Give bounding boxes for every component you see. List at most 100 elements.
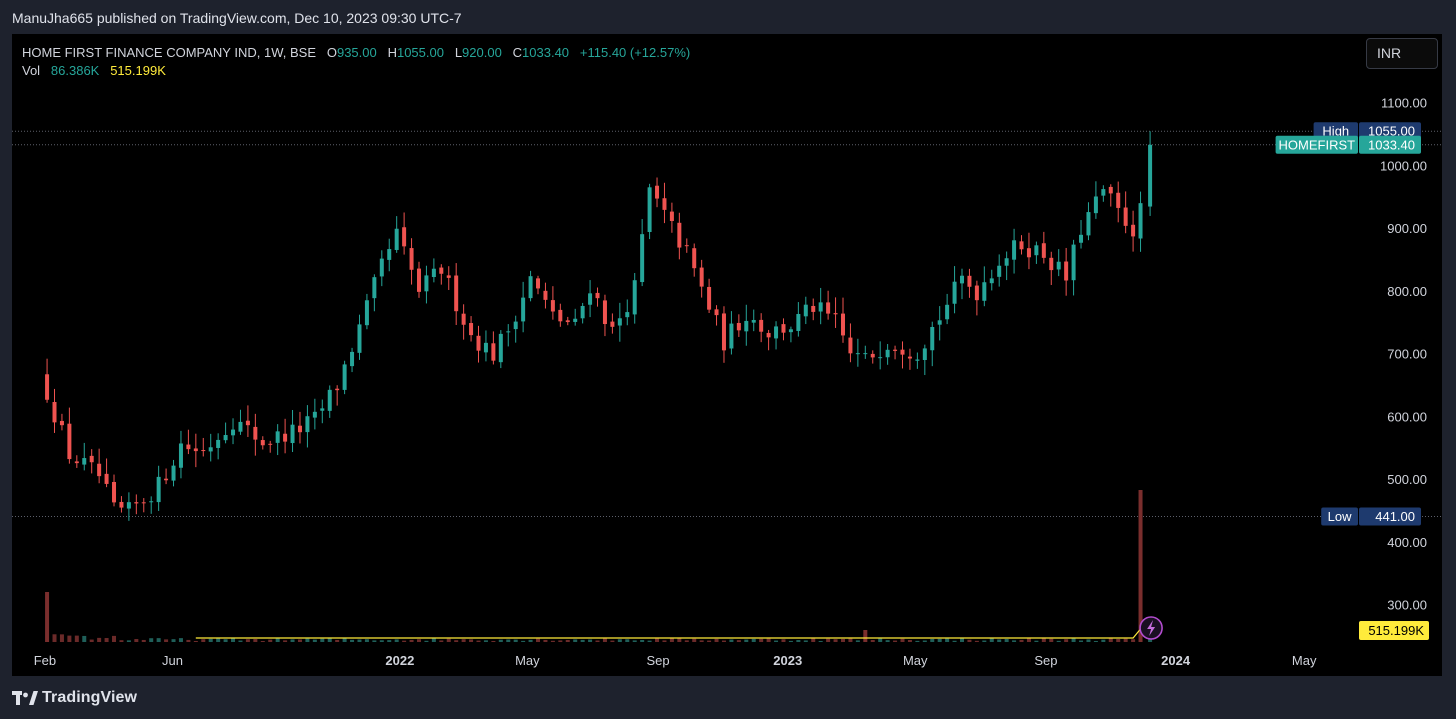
volume-bar [543, 639, 548, 642]
volume-bar [863, 630, 868, 642]
candle-body [803, 304, 808, 317]
volume-bar [513, 639, 518, 642]
candle-body [952, 281, 957, 304]
volume-bar [900, 638, 905, 642]
volume-bar [141, 639, 146, 642]
x-tick-label: May [1292, 653, 1317, 668]
volume-bar [171, 639, 176, 642]
volume-bar [885, 640, 890, 642]
candle-body [811, 305, 816, 312]
open-label: O [326, 45, 337, 60]
y-tick-label: 700.00 [1387, 347, 1427, 362]
candle-body [320, 408, 325, 411]
volume-bar [1041, 638, 1046, 642]
candle-body [1131, 224, 1136, 237]
volume-bar [662, 640, 667, 642]
volume-bar [45, 592, 50, 642]
candle-body [982, 282, 987, 301]
high-label: H [387, 45, 397, 60]
volume-bar [74, 635, 79, 642]
candle-body [387, 249, 392, 260]
volume-bar [498, 639, 503, 642]
candle-body [974, 285, 979, 301]
volume-bar [201, 639, 206, 642]
candle-body [1086, 212, 1091, 236]
chart-panel[interactable]: 1100.00 1000.00 900.00 800.00 700.00 600.00 50… [12, 34, 1442, 676]
volume-bar [134, 639, 139, 642]
volume-bar [848, 638, 853, 642]
volume-bar [67, 635, 72, 642]
candle-body [1148, 144, 1153, 207]
candle-body [565, 320, 570, 323]
candle-body [1123, 207, 1128, 226]
x-tick-label: Feb [34, 653, 56, 668]
volume-bar [811, 638, 816, 642]
volume-bar [52, 634, 57, 642]
candle-body [216, 439, 221, 448]
volume-bar [476, 640, 481, 642]
volume-bar [1026, 638, 1031, 642]
candle-body [1093, 196, 1098, 214]
volume-row: Vol 86.386K 515.199K [22, 62, 690, 80]
published-text: ManuJha665 published on TradingView.com,… [12, 10, 462, 26]
currency-button[interactable]: INR [1366, 38, 1438, 69]
volume-bar [1079, 640, 1084, 642]
volume-bar [357, 639, 362, 642]
volume-bar [1034, 640, 1039, 642]
candle-body [781, 324, 786, 333]
candle-body [1108, 186, 1113, 194]
y-tick-label: 500.00 [1387, 472, 1427, 487]
brand[interactable]: TradingView [12, 688, 137, 708]
candle-body [967, 275, 972, 287]
volume-bar [260, 640, 265, 642]
candle-body [714, 309, 719, 316]
candle-body [171, 465, 176, 481]
y-tick-label: 1000.00 [1380, 158, 1427, 173]
candle-body [461, 313, 466, 325]
candle-body [989, 278, 994, 284]
price-chart[interactable]: 1100.00 1000.00 900.00 800.00 700.00 600.00 50… [12, 34, 1442, 676]
y-tick-label: 300.00 [1387, 598, 1427, 613]
volume-bar [647, 640, 652, 642]
candle-body [960, 275, 965, 284]
candle-body [312, 411, 317, 418]
candle-body [290, 424, 295, 444]
candle-body [1071, 244, 1076, 281]
candle-body [878, 357, 883, 359]
volume-value: 86.386K [50, 63, 100, 78]
volume-bar [82, 635, 87, 642]
x-tick-label: 2023 [773, 653, 802, 668]
candle-body [126, 502, 131, 509]
volume-bar [223, 639, 228, 642]
volume-bar [580, 639, 585, 642]
candle-body [870, 353, 875, 358]
candle-body [446, 275, 451, 278]
volume-bar [907, 639, 912, 642]
candle-body [937, 320, 942, 325]
candle-body [342, 364, 347, 390]
volume-bar [186, 639, 191, 642]
volume-bar [774, 640, 779, 642]
candle-body [283, 433, 288, 442]
volume-bar [1093, 640, 1098, 642]
candle-body [201, 450, 206, 452]
candle-body [543, 290, 548, 300]
candle-body [513, 321, 518, 330]
candle-body [766, 332, 771, 338]
volume-bar [989, 638, 994, 642]
volume-bar [275, 638, 280, 642]
candle-body [498, 333, 503, 363]
high-value: 1055.00 [396, 45, 444, 60]
candle-body [915, 359, 920, 361]
volume-bar [855, 640, 860, 642]
candle-body [796, 313, 801, 331]
volume-bar [751, 638, 756, 642]
candle-body [193, 448, 198, 452]
candle-body [707, 286, 712, 310]
change-value: +115.40 (+12.57%) [579, 45, 691, 60]
candle-body [74, 461, 79, 464]
candle-body [141, 502, 146, 504]
candle-body [855, 353, 860, 355]
candle-body [89, 455, 94, 463]
low-value: 920.00 [462, 45, 502, 60]
